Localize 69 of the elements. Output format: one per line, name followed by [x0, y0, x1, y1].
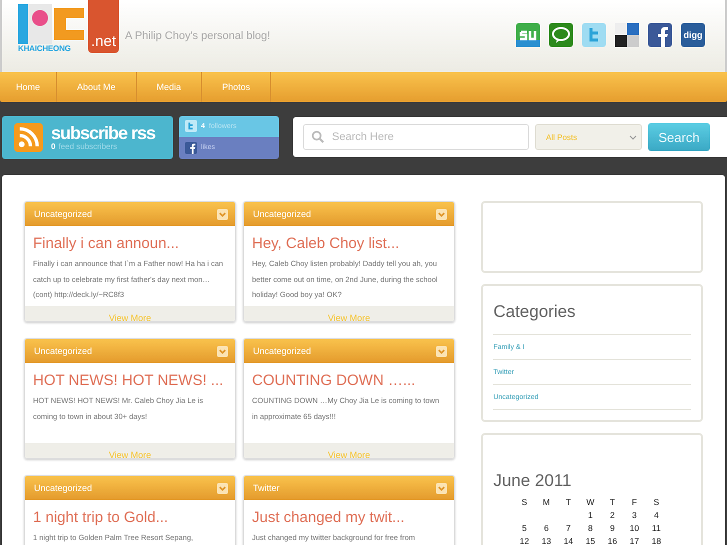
logo-tld: .net [88, 0, 120, 53]
weekday-label: S [652, 497, 660, 507]
calendar-day[interactable]: 14 [557, 536, 580, 545]
post-category: Uncategorized [34, 483, 92, 493]
calendar-day[interactable]: 7 [557, 523, 580, 533]
speech-bubble-icon[interactable] [549, 23, 573, 47]
search-field[interactable]: Search Here [303, 124, 529, 150]
nav-link[interactable]: Photos [202, 72, 272, 102]
calendar-day[interactable]: 13 [535, 536, 558, 545]
subscribe-rss-panel[interactable]: subscribe rss 0 feed subscribers [2, 116, 173, 158]
site-logo[interactable]: KHAICHEONG .net [18, 3, 120, 53]
calendar-day[interactable]: 16 [601, 536, 624, 545]
chevron-down-icon[interactable] [217, 346, 228, 356]
twitter-icon [185, 120, 197, 132]
nav-link[interactable]: About Me [57, 72, 137, 102]
weekday-label: S [520, 497, 528, 507]
post-title[interactable]: Finally i can announ... [33, 234, 227, 254]
widget-title: Categories [493, 302, 691, 335]
calendar-day[interactable]: 6 [535, 523, 558, 533]
subscriber-label: feed subscribers [58, 142, 118, 150]
subscriber-count: 0 [51, 142, 56, 150]
stumbleupon-icon[interactable] [516, 23, 540, 47]
facebook-icon[interactable] [648, 23, 672, 47]
post-title[interactable]: HOT NEWS! HOT NEWS! ... [33, 371, 227, 391]
calendar-day[interactable]: 15 [579, 536, 602, 545]
calendar-day[interactable]: 12 [513, 536, 536, 545]
search-button[interactable]: Search [648, 123, 710, 151]
post-category: Uncategorized [34, 209, 92, 219]
weekday-label: M [542, 497, 551, 507]
digg-button[interactable]: digg [681, 23, 705, 47]
post-category: Uncategorized [34, 346, 92, 356]
calendar-day[interactable]: 9 [601, 523, 624, 533]
chevron-down-icon[interactable] [217, 208, 228, 220]
calendar-day[interactable]: 18 [645, 536, 668, 545]
twitter-icon[interactable] [582, 23, 606, 47]
calendar-day[interactable]: 4 [645, 510, 668, 520]
calendar-day[interactable]: 2 [601, 510, 624, 520]
weekday-label: W [585, 497, 596, 507]
facebook-icon [185, 142, 197, 154]
calendar-title: June 2011 [493, 471, 572, 492]
logo-name: KHAICHEONG [18, 44, 72, 53]
weekday-label: T [608, 497, 616, 507]
weekday-label: T [564, 497, 572, 507]
subscribe-title: subscribe rss [51, 124, 156, 142]
post-category: Uncategorized [253, 209, 312, 219]
post-title[interactable]: COUNTING DOWN …... [252, 371, 446, 391]
calendar-day[interactable]: 10 [623, 523, 646, 533]
chevron-down-icon[interactable] [436, 482, 447, 494]
post-title[interactable]: Hey, Caleb Choy list... [252, 234, 446, 254]
tagline: A Philip Choy's personal blog! [125, 30, 270, 42]
caret-icon [629, 134, 637, 140]
post-category: Uncategorized [253, 346, 312, 356]
search-icon [311, 130, 325, 144]
calendar-day[interactable]: 8 [579, 523, 602, 533]
weekday-label: F [630, 497, 638, 507]
chevron-down-icon[interactable] [217, 482, 228, 494]
calendar-day[interactable]: 3 [623, 510, 646, 520]
chevron-down-icon[interactable] [436, 208, 447, 220]
calendar-day[interactable]: 5 [513, 523, 536, 533]
chevron-down-icon[interactable] [436, 346, 447, 356]
post-title[interactable]: Just changed my twit... [252, 508, 446, 528]
post-category: Twitter [253, 483, 280, 493]
nav-link[interactable]: Media [136, 72, 202, 102]
calendar-day[interactable]: 11 [645, 523, 668, 533]
calendar-day[interactable]: 17 [623, 536, 646, 545]
nav-link[interactable]: Home [0, 72, 58, 102]
post-title[interactable]: 1 night trip to Gold... [33, 508, 227, 528]
calendar-day[interactable]: 1 [579, 510, 602, 520]
rss-icon [14, 122, 43, 152]
